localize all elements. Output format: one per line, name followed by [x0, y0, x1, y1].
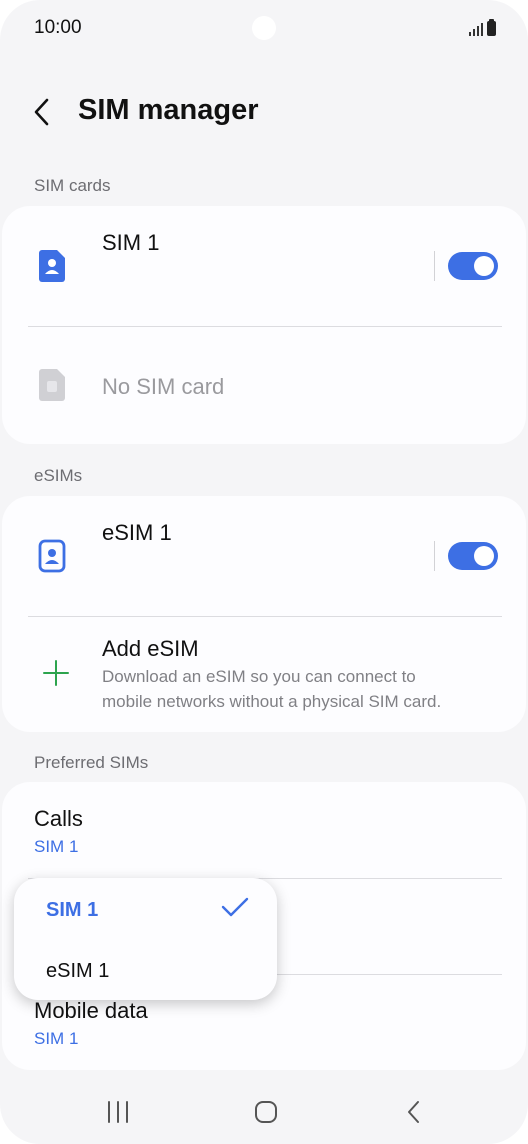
esim-1-toggle[interactable] [448, 542, 498, 570]
toggle-separator [434, 541, 435, 571]
recent-apps-button[interactable] [96, 1094, 140, 1130]
section-label-esims: eSIMs [34, 466, 83, 485]
toggle-separator [434, 251, 435, 281]
esim-1-row[interactable]: eSIM 1 [2, 496, 526, 616]
battery-icon [487, 19, 496, 36]
mobile-data-title: Mobile data [34, 998, 148, 1023]
calls-row[interactable]: Calls SIM 1 [2, 782, 526, 878]
add-esim-description-line1: Download an eSIM so you can connect to [102, 667, 416, 686]
check-icon [221, 897, 249, 917]
back-button[interactable] [28, 94, 60, 130]
signal-icon [469, 22, 483, 36]
section-label-sim-cards: SIM cards [34, 176, 111, 195]
no-sim-row: No SIM card [2, 327, 526, 444]
toggle-knob [474, 546, 494, 566]
calls-value: SIM 1 [34, 837, 79, 856]
phone-screen: 10:00 SIM manager SIM cards SIM 1 No SIM… [0, 0, 528, 1144]
sim-cards-card: SIM 1 No SIM card [2, 206, 526, 444]
add-esim-title: Add eSIM [102, 636, 199, 661]
sim-1-toggle[interactable] [448, 252, 498, 280]
chevron-left-icon [34, 98, 49, 126]
plus-icon [43, 660, 69, 686]
esim-1-label: eSIM 1 [102, 520, 172, 545]
sim-card-icon [39, 250, 65, 282]
page-title: SIM manager [78, 94, 259, 126]
section-label-preferred-sims: Preferred SIMs [34, 753, 149, 772]
nav-back-button[interactable] [392, 1094, 436, 1130]
no-sim-label: No SIM card [102, 374, 225, 399]
esims-card: eSIM 1 Add eSIM Download an eSIM so you … [2, 496, 526, 732]
sim-1-label: SIM 1 [102, 230, 160, 255]
recent-apps-icon [108, 1101, 128, 1123]
popup-option-sim-1[interactable]: SIM 1 [46, 899, 98, 922]
sim-1-row[interactable]: SIM 1 [2, 206, 526, 326]
navigation-bar [0, 1080, 528, 1144]
sim-card-empty-icon [39, 369, 65, 401]
back-icon [408, 1101, 419, 1123]
home-button[interactable] [244, 1094, 288, 1130]
status-bar: 10:00 [0, 0, 528, 56]
status-icons [469, 19, 496, 36]
toggle-knob [474, 256, 494, 276]
add-esim-row[interactable]: Add eSIM Download an eSIM so you can con… [2, 617, 526, 732]
add-esim-description-line2: mobile networks without a physical SIM c… [102, 692, 442, 711]
app-header: SIM manager [0, 84, 528, 140]
sim-selection-popup: SIM 1 eSIM 1 [14, 878, 277, 1000]
calls-title: Calls [34, 806, 83, 831]
mobile-data-value: SIM 1 [34, 1029, 79, 1048]
esim-icon [38, 539, 66, 573]
status-time: 10:00 [34, 17, 82, 38]
home-icon [255, 1101, 277, 1123]
popup-option-esim-1[interactable]: eSIM 1 [46, 960, 109, 983]
camera-cutout [252, 16, 276, 40]
